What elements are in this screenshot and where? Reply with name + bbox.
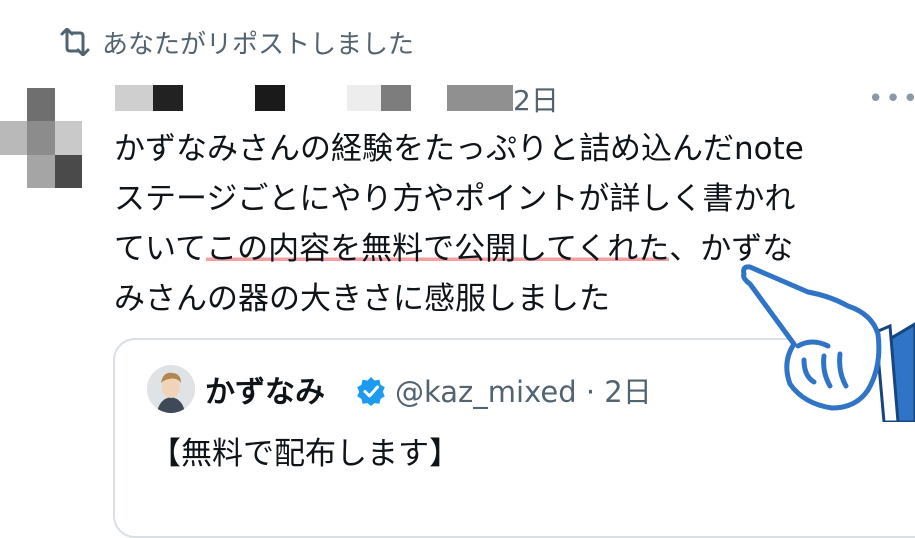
quoted-handle-time[interactable]: @kaz_mixed · 2日 <box>395 369 652 411</box>
pointing-hand-icon <box>741 264 915 422</box>
tweet-timestamp[interactable]: 2日 <box>513 79 559 119</box>
more-icon[interactable]: ••• <box>868 84 915 114</box>
quoted-tweet-text: 【無料で配布します】 <box>150 436 460 472</box>
quoted-author-name[interactable]: かずなみ <box>205 367 325 411</box>
avatar-illustration <box>147 365 195 413</box>
repost-label: あなたがリポストしました <box>102 29 415 60</box>
author-name-obscured[interactable] <box>115 80 513 116</box>
repost-indicator[interactable]: あなたがリポストしました <box>58 24 414 60</box>
verified-badge-icon <box>357 377 385 406</box>
repost-icon <box>60 28 90 56</box>
quoted-author-avatar[interactable] <box>147 365 195 413</box>
highlighted-phrase: この内容を無料で公開してくれた <box>206 231 670 267</box>
tweet-line-1: かずなみさんの経験をたっぷりと詰め込んだnote <box>114 131 804 167</box>
author-avatar[interactable] <box>0 88 82 188</box>
tweet-line-2: ステージごとにやり方やポイントが詳しく書かれ <box>114 181 796 217</box>
